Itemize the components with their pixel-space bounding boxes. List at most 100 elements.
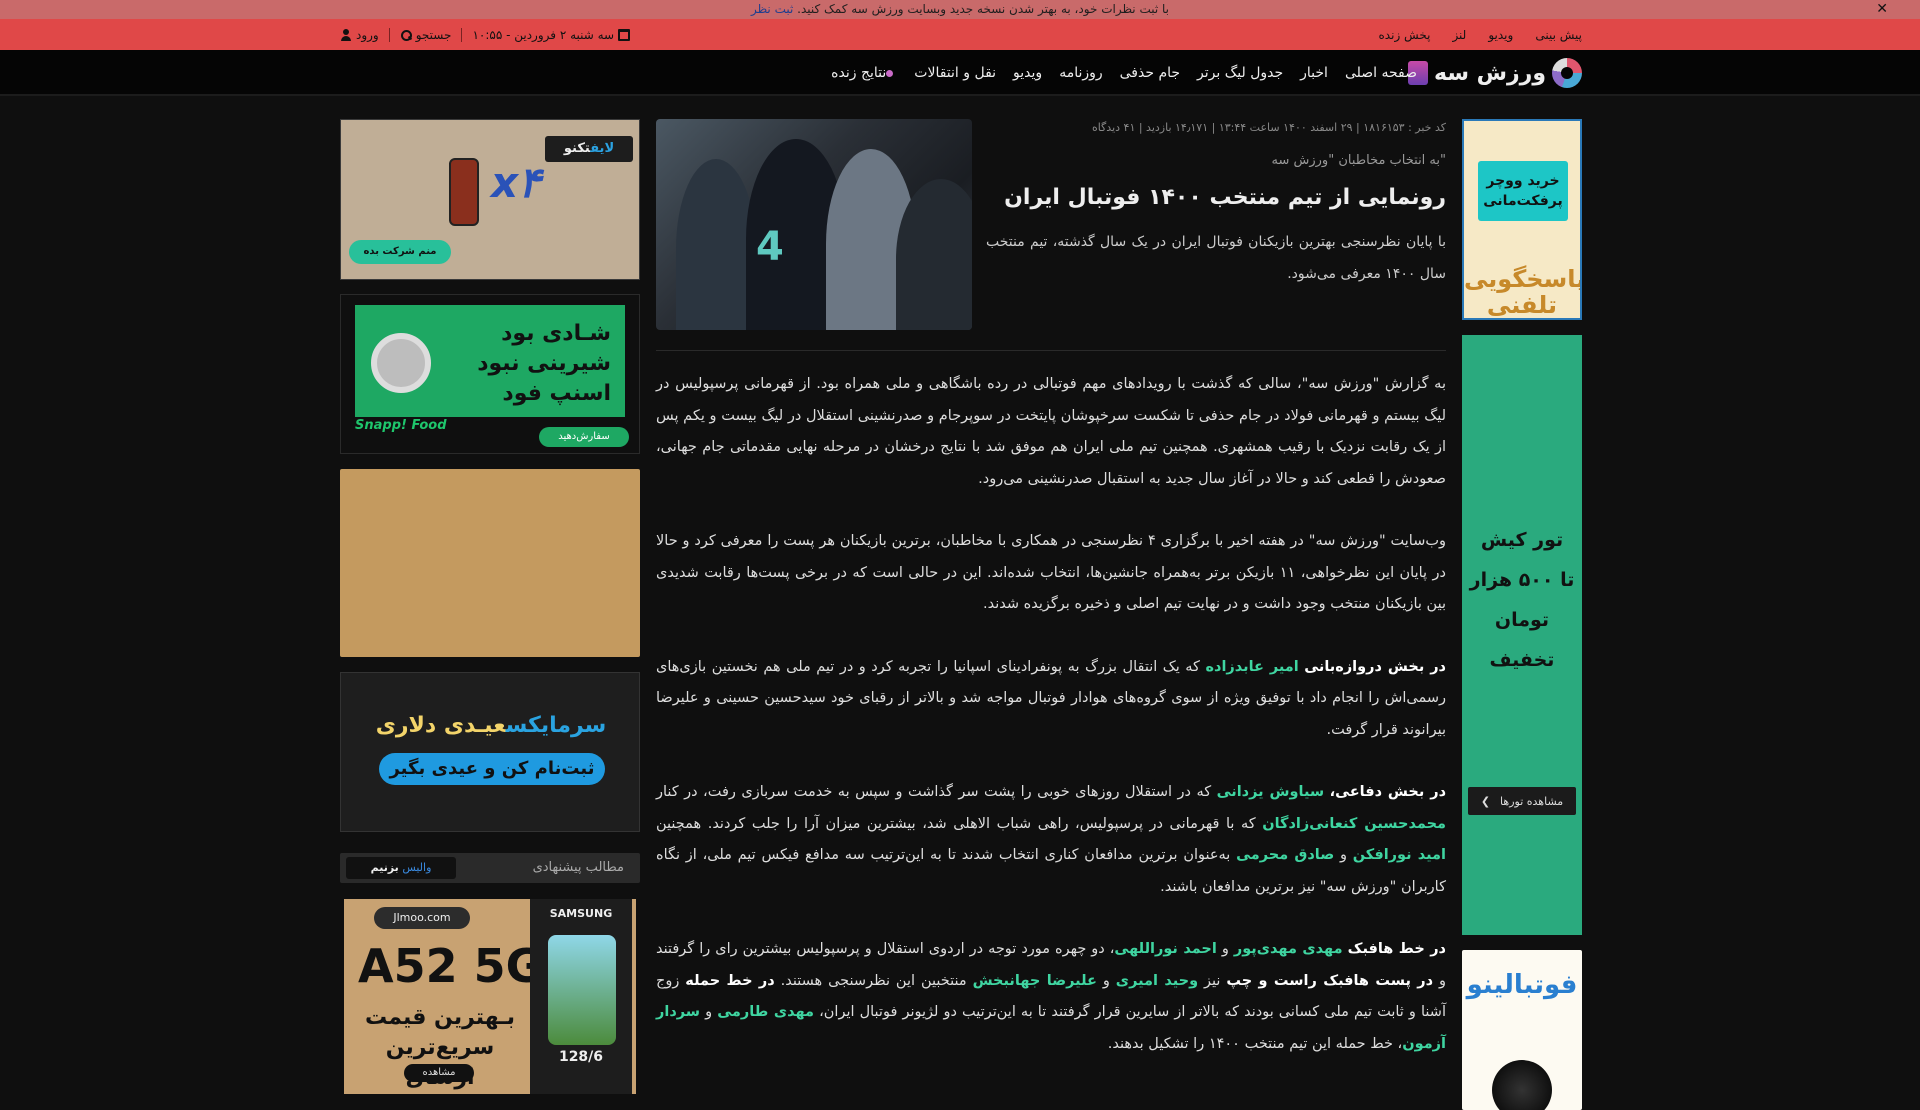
paragraph: در بخش دروازه‌بانی امیر عابدزاده که یک ا… [656,652,1446,747]
ad-technolife-button[interactable]: منم شرکت بده [349,240,451,264]
text: که در استقلال روزهای خوبی را پشت سر گذاش… [656,784,1217,800]
nav-item-transfers[interactable]: نقل و انتقالات [914,65,996,81]
nav-item-hazfi-cup[interactable]: جام حذفی [1120,65,1180,81]
ad-kish-tour[interactable]: تور کیش تا ۵۰۰ هزار تومان تخفیف ❮ مشاهده… [1462,335,1582,935]
top-bar: پیش بینی ویدیو لنز پخش زنده ورود جستجو س… [0,19,1920,50]
article-hero-image[interactable]: 4 [656,119,972,330]
player-link[interactable]: وحید امیری [1116,973,1198,989]
user-icon [340,28,352,41]
headline-text: عیـدی دلاری [375,713,506,738]
top-link-predictions[interactable]: پیش بینی [1535,28,1582,42]
tag-part: بزنیم [370,861,399,874]
text: و [700,1004,718,1020]
top-utilities: ورود جستجو سه شنبه ۲ فروردین - ۱۰:۵۵ [340,19,631,50]
brand-part: لایف [590,141,615,156]
phone-icon [449,158,479,226]
ad-snappfood[interactable]: شـادی بود شیرینی نبود اسنپ فود Snapp! Fo… [340,294,640,454]
feedback-notice: با ثبت نظرات خود، به بهتر شدن نسخه جدید … [0,0,1920,19]
search-button[interactable]: جستجو [400,27,452,42]
ad-jimoo-samsung[interactable]: Jlmoo.com A52 5G بـهترین قیمت سریع‌ترین … [344,899,636,1094]
ball-icon [1492,1060,1552,1110]
ad-footballino-text: فوتبالینو [1466,970,1578,1000]
player-link[interactable]: احمد نوراللهی [1114,941,1216,957]
ad-kish-line3: تخفیف [1489,649,1555,671]
article-kicker: به انتخاب مخاطبان "ورزش سه" [1271,153,1446,168]
ad-perfectmoney[interactable]: خرید ووچر پرفکت‌مانی پاسخگویی تلفنی [1462,119,1582,320]
date-text: سه شنبه ۲ فروردین - ۱۰:۵۵ [472,27,615,42]
paragraph: به گزارش "ورزش سه"، سالی که گذشت با روید… [656,376,1446,487]
site-logo[interactable]: ورزش سه [1408,58,1582,88]
nav-item-newspaper[interactable]: روزنامه [1059,65,1102,81]
text: و [1216,941,1234,957]
divider [388,27,390,42]
ad-snappfood-banner: شـادی بود شیرینی نبود اسنپ فود [355,305,625,417]
paragraph: در بخش دفاعی، سیاوش یزدانی که در استقلال… [656,777,1446,903]
tag-part: والیس [398,861,432,874]
suggested-posts-label: مطالب پیشنهادی [532,860,624,875]
ad-phone-model: A52 5G [358,939,544,993]
ad-kish-line2: تا ۵۰۰ هزار تومان [1469,569,1575,631]
suggested-sponsor-tag[interactable]: والیس بزنیم [346,857,456,879]
ad-line: شیرینی نبود [477,351,611,376]
ad-placeholder[interactable] [340,469,640,657]
login-label: ورود [356,27,379,42]
ad-technolife[interactable]: لایفتکنو x۴ منم شرکت بده [340,119,640,280]
player-link[interactable]: علیرضا جهانبخش [973,973,1097,989]
ad-snappfood-button[interactable]: سفارش‌دهید [539,427,629,447]
phone-image: SAMSUNG 128/6 [530,899,632,1094]
nav-item-video[interactable]: ویدیو [1013,65,1042,81]
player-link[interactable]: مهدی طارمی [717,1004,814,1020]
paragraph: در خط هافبک مهدی مهدی‌پور و احمد نورالله… [656,934,1446,1060]
top-link-lens[interactable]: لنز [1452,28,1466,42]
ad-technolife-headline: x۴ [491,158,541,207]
calendar-icon [618,28,631,41]
player-link[interactable]: سیاوش یزدانی [1217,784,1325,800]
phone-screen [548,935,616,1045]
nav-item-league-table[interactable]: جدول لیگ برتر [1197,65,1283,81]
top-link-video[interactable]: ویدیو [1488,28,1513,42]
view-tours-button[interactable]: ❮ مشاهده تورها [1468,787,1576,815]
player-link[interactable]: محمدحسین کنعانی‌زادگان [1262,816,1446,832]
nav-item-live-results[interactable]: نتایج زنده [831,65,897,81]
player-link[interactable]: صادق محرمی [1236,847,1334,863]
nav-item-home[interactable]: صفحه اصلی [1345,65,1417,81]
notice-text: با ثبت نظرات خود، به بهتر شدن نسخه جدید … [797,2,1170,16]
bold-text: در بخش دفاعی، [1329,784,1447,800]
article-body: به گزارش "ورزش سه"، سالی که گذشت با روید… [656,369,1446,1091]
ad-perfectmoney-box: خرید ووچر پرفکت‌مانی [1478,161,1568,221]
notice-feedback-link[interactable]: ثبت نظر [751,2,793,16]
chevron-left-icon: ❮ [1480,794,1491,808]
bold-text: در بخش دروازه‌بانی [1304,658,1446,675]
search-label: جستجو [415,27,452,42]
ad-sarmayex-button[interactable]: ثبت‌نام کن و عیدی بگیر [379,753,605,785]
divider [656,350,1446,351]
ad-kish-text: تور کیش تا ۵۰۰ هزار تومان تخفیف [1462,520,1582,680]
ad-more-button[interactable]: مشاهده [404,1064,474,1082]
player-link[interactable]: مهدی مهدی‌پور [1234,941,1343,957]
logo-icon [1552,58,1582,88]
text: ، خط حمله این تیم منتخب ۱۴۰۰ را تشکیل بد… [1107,1035,1403,1052]
divider [461,27,463,42]
main-nav: ورزش سه صفحه اصلی اخبار جدول لیگ برتر جا… [0,50,1920,96]
login-button[interactable]: ورود [340,28,379,42]
ad-sarmayex[interactable]: سرمایکسعیـدی دلاری ثبت‌نام کن و عیدی بگی… [340,672,640,832]
bold-text: در خط حمله [685,972,775,989]
samsung-label: SAMSUNG [549,907,613,920]
text: و [1334,847,1353,863]
suggested-posts-header: مطالب پیشنهادی والیس بزنیم [340,853,640,883]
brand-part: تکنو [563,141,591,156]
bold-text: در خط هافبک [1347,941,1446,957]
ad-snappfood-text: شـادی بود شیرینی نبود اسنپ فود [477,319,611,409]
article-title: رونمایی از تیم منتخب ۱۴۰۰ فوتبال ایران [1004,185,1446,210]
player-link[interactable]: امید نورافکن [1353,847,1446,863]
brand-name: سرمایکس [505,713,607,738]
top-link-live[interactable]: پخش زنده [1379,28,1431,42]
player-link[interactable]: امیر عابدزاده [1205,659,1298,675]
paragraph: وب‌سایت "ورزش سه" در هفته اخیر با برگزار… [656,533,1446,612]
close-icon[interactable]: ✕ [1876,0,1888,19]
ad-line: شـادی بود [501,321,611,346]
ad-footballino[interactable]: فوتبالینو [1462,950,1582,1110]
nav-item-news[interactable]: اخبار [1300,65,1328,81]
snappfood-logo: Snapp! Food [355,418,447,433]
text: که با قهرمانی در پرسپولیس، راهی شباب الا… [656,815,1263,832]
